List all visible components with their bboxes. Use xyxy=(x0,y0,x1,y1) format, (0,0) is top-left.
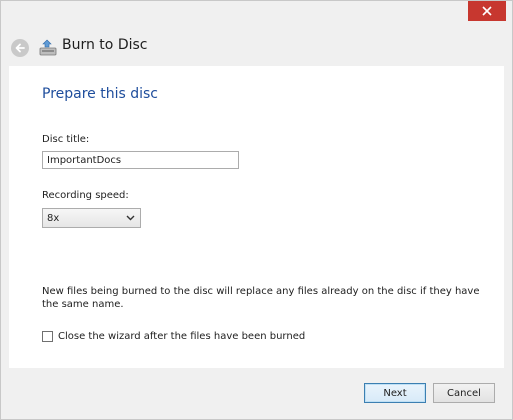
disc-burner-icon xyxy=(39,38,57,58)
recording-speed-dropdown[interactable]: 8x xyxy=(42,208,141,228)
overwrite-note: New files being burned to the disc will … xyxy=(42,286,480,310)
window-title: Burn to Disc xyxy=(62,37,148,53)
wizard-header: Burn to Disc xyxy=(1,31,512,66)
disc-title-label: Disc title: xyxy=(42,134,90,145)
close-icon xyxy=(482,6,492,16)
close-button[interactable] xyxy=(468,1,506,21)
recording-speed-label: Recording speed: xyxy=(42,190,129,201)
cancel-button[interactable]: Cancel xyxy=(433,383,495,403)
close-wizard-option[interactable]: Close the wizard after the files have be… xyxy=(42,331,305,342)
recording-speed-value: 8x xyxy=(47,212,60,224)
close-wizard-label: Close the wizard after the files have be… xyxy=(58,331,306,342)
next-button[interactable]: Next xyxy=(364,383,426,403)
title-bar xyxy=(1,1,512,31)
close-wizard-checkbox[interactable] xyxy=(42,331,53,342)
disc-title-input[interactable] xyxy=(42,151,239,169)
page-heading: Prepare this disc xyxy=(42,86,158,102)
back-arrow-icon xyxy=(14,39,26,58)
burn-to-disc-window: Burn to Disc Prepare this disc Disc titl… xyxy=(0,0,513,420)
content-panel: Prepare this disc Disc title: Recording … xyxy=(9,66,504,368)
chevron-down-icon xyxy=(126,214,135,225)
back-button[interactable] xyxy=(11,39,29,57)
